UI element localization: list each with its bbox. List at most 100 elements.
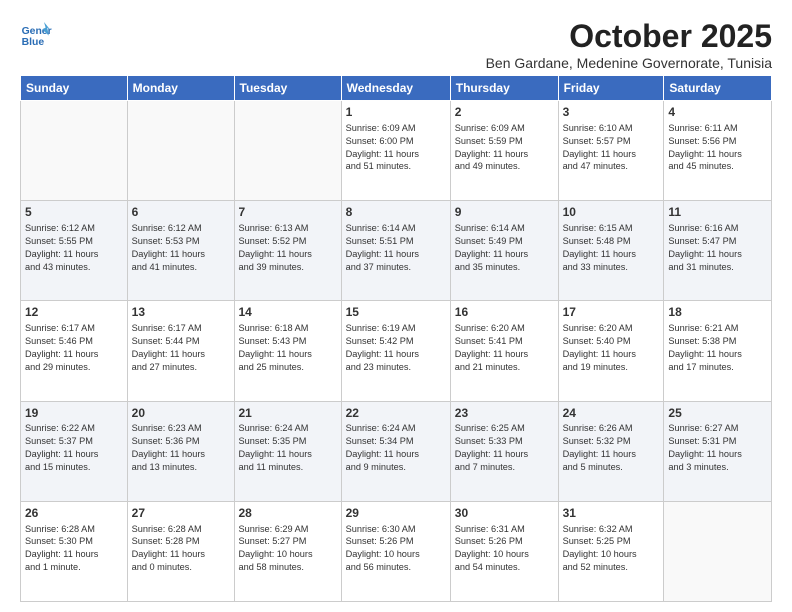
day-number: 24 [563, 405, 660, 422]
calendar-day-26: 26Sunrise: 6:28 AM Sunset: 5:30 PM Dayli… [21, 501, 128, 601]
calendar-day-28: 28Sunrise: 6:29 AM Sunset: 5:27 PM Dayli… [234, 501, 341, 601]
calendar-day-16: 16Sunrise: 6:20 AM Sunset: 5:41 PM Dayli… [450, 301, 558, 401]
calendar-week-row: 5Sunrise: 6:12 AM Sunset: 5:55 PM Daylig… [21, 201, 772, 301]
day-info: Sunrise: 6:09 AM Sunset: 5:59 PM Dayligh… [455, 122, 554, 174]
day-number: 21 [239, 405, 337, 422]
calendar-week-row: 26Sunrise: 6:28 AM Sunset: 5:30 PM Dayli… [21, 501, 772, 601]
calendar-day-14: 14Sunrise: 6:18 AM Sunset: 5:43 PM Dayli… [234, 301, 341, 401]
title-block: October 2025 Ben Gardane, Medenine Gover… [486, 18, 772, 71]
day-number: 5 [25, 204, 123, 221]
day-info: Sunrise: 6:09 AM Sunset: 6:00 PM Dayligh… [346, 122, 446, 174]
calendar-day-24: 24Sunrise: 6:26 AM Sunset: 5:32 PM Dayli… [558, 401, 664, 501]
day-number: 16 [455, 304, 554, 321]
day-info: Sunrise: 6:31 AM Sunset: 5:26 PM Dayligh… [455, 523, 554, 575]
day-info: Sunrise: 6:27 AM Sunset: 5:31 PM Dayligh… [668, 422, 767, 474]
calendar-day-18: 18Sunrise: 6:21 AM Sunset: 5:38 PM Dayli… [664, 301, 772, 401]
column-header-friday: Friday [558, 76, 664, 101]
day-number: 19 [25, 405, 123, 422]
day-number: 14 [239, 304, 337, 321]
calendar-day-10: 10Sunrise: 6:15 AM Sunset: 5:48 PM Dayli… [558, 201, 664, 301]
day-info: Sunrise: 6:20 AM Sunset: 5:41 PM Dayligh… [455, 322, 554, 374]
calendar-day-9: 9Sunrise: 6:14 AM Sunset: 5:49 PM Daylig… [450, 201, 558, 301]
calendar-day-29: 29Sunrise: 6:30 AM Sunset: 5:26 PM Dayli… [341, 501, 450, 601]
day-info: Sunrise: 6:30 AM Sunset: 5:26 PM Dayligh… [346, 523, 446, 575]
calendar-day-23: 23Sunrise: 6:25 AM Sunset: 5:33 PM Dayli… [450, 401, 558, 501]
calendar-day-3: 3Sunrise: 6:10 AM Sunset: 5:57 PM Daylig… [558, 101, 664, 201]
day-info: Sunrise: 6:12 AM Sunset: 5:53 PM Dayligh… [132, 222, 230, 274]
calendar-day-22: 22Sunrise: 6:24 AM Sunset: 5:34 PM Dayli… [341, 401, 450, 501]
calendar-day-4: 4Sunrise: 6:11 AM Sunset: 5:56 PM Daylig… [664, 101, 772, 201]
day-info: Sunrise: 6:28 AM Sunset: 5:28 PM Dayligh… [132, 523, 230, 575]
day-number: 3 [563, 104, 660, 121]
calendar-day-8: 8Sunrise: 6:14 AM Sunset: 5:51 PM Daylig… [341, 201, 450, 301]
calendar-header-row: SundayMondayTuesdayWednesdayThursdayFrid… [21, 76, 772, 101]
day-info: Sunrise: 6:17 AM Sunset: 5:46 PM Dayligh… [25, 322, 123, 374]
calendar-week-row: 19Sunrise: 6:22 AM Sunset: 5:37 PM Dayli… [21, 401, 772, 501]
day-number: 15 [346, 304, 446, 321]
calendar-day-30: 30Sunrise: 6:31 AM Sunset: 5:26 PM Dayli… [450, 501, 558, 601]
calendar-day-27: 27Sunrise: 6:28 AM Sunset: 5:28 PM Dayli… [127, 501, 234, 601]
day-number: 22 [346, 405, 446, 422]
day-info: Sunrise: 6:29 AM Sunset: 5:27 PM Dayligh… [239, 523, 337, 575]
calendar-day-2: 2Sunrise: 6:09 AM Sunset: 5:59 PM Daylig… [450, 101, 558, 201]
calendar-day-17: 17Sunrise: 6:20 AM Sunset: 5:40 PM Dayli… [558, 301, 664, 401]
column-header-tuesday: Tuesday [234, 76, 341, 101]
day-info: Sunrise: 6:24 AM Sunset: 5:35 PM Dayligh… [239, 422, 337, 474]
page: General Blue General Blue October 2025 B… [0, 0, 792, 612]
day-info: Sunrise: 6:12 AM Sunset: 5:55 PM Dayligh… [25, 222, 123, 274]
day-info: Sunrise: 6:16 AM Sunset: 5:47 PM Dayligh… [668, 222, 767, 274]
subtitle: Ben Gardane, Medenine Governorate, Tunis… [486, 55, 772, 71]
day-info: Sunrise: 6:10 AM Sunset: 5:57 PM Dayligh… [563, 122, 660, 174]
calendar-week-row: 1Sunrise: 6:09 AM Sunset: 6:00 PM Daylig… [21, 101, 772, 201]
column-header-thursday: Thursday [450, 76, 558, 101]
day-number: 10 [563, 204, 660, 221]
calendar-empty-cell [21, 101, 128, 201]
day-number: 4 [668, 104, 767, 121]
calendar-day-6: 6Sunrise: 6:12 AM Sunset: 5:53 PM Daylig… [127, 201, 234, 301]
day-number: 12 [25, 304, 123, 321]
day-info: Sunrise: 6:24 AM Sunset: 5:34 PM Dayligh… [346, 422, 446, 474]
day-number: 6 [132, 204, 230, 221]
calendar-day-31: 31Sunrise: 6:32 AM Sunset: 5:25 PM Dayli… [558, 501, 664, 601]
day-info: Sunrise: 6:22 AM Sunset: 5:37 PM Dayligh… [25, 422, 123, 474]
calendar-day-20: 20Sunrise: 6:23 AM Sunset: 5:36 PM Dayli… [127, 401, 234, 501]
day-number: 1 [346, 104, 446, 121]
day-number: 18 [668, 304, 767, 321]
day-info: Sunrise: 6:28 AM Sunset: 5:30 PM Dayligh… [25, 523, 123, 575]
day-number: 26 [25, 505, 123, 522]
day-info: Sunrise: 6:26 AM Sunset: 5:32 PM Dayligh… [563, 422, 660, 474]
day-info: Sunrise: 6:19 AM Sunset: 5:42 PM Dayligh… [346, 322, 446, 374]
day-info: Sunrise: 6:23 AM Sunset: 5:36 PM Dayligh… [132, 422, 230, 474]
day-info: Sunrise: 6:20 AM Sunset: 5:40 PM Dayligh… [563, 322, 660, 374]
day-info: Sunrise: 6:14 AM Sunset: 5:49 PM Dayligh… [455, 222, 554, 274]
day-info: Sunrise: 6:25 AM Sunset: 5:33 PM Dayligh… [455, 422, 554, 474]
main-title: October 2025 [486, 18, 772, 55]
calendar-day-21: 21Sunrise: 6:24 AM Sunset: 5:35 PM Dayli… [234, 401, 341, 501]
day-number: 13 [132, 304, 230, 321]
logo: General Blue General Blue [20, 18, 52, 50]
day-number: 29 [346, 505, 446, 522]
calendar-empty-cell [127, 101, 234, 201]
calendar-empty-cell [664, 501, 772, 601]
day-info: Sunrise: 6:21 AM Sunset: 5:38 PM Dayligh… [668, 322, 767, 374]
column-header-monday: Monday [127, 76, 234, 101]
calendar-empty-cell [234, 101, 341, 201]
calendar-day-13: 13Sunrise: 6:17 AM Sunset: 5:44 PM Dayli… [127, 301, 234, 401]
calendar-table: SundayMondayTuesdayWednesdayThursdayFrid… [20, 75, 772, 602]
svg-text:Blue: Blue [22, 37, 45, 48]
column-header-sunday: Sunday [21, 76, 128, 101]
day-info: Sunrise: 6:17 AM Sunset: 5:44 PM Dayligh… [132, 322, 230, 374]
day-number: 28 [239, 505, 337, 522]
day-number: 20 [132, 405, 230, 422]
day-number: 23 [455, 405, 554, 422]
day-number: 9 [455, 204, 554, 221]
calendar-day-5: 5Sunrise: 6:12 AM Sunset: 5:55 PM Daylig… [21, 201, 128, 301]
day-info: Sunrise: 6:11 AM Sunset: 5:56 PM Dayligh… [668, 122, 767, 174]
day-number: 25 [668, 405, 767, 422]
day-number: 8 [346, 204, 446, 221]
day-info: Sunrise: 6:13 AM Sunset: 5:52 PM Dayligh… [239, 222, 337, 274]
day-number: 11 [668, 204, 767, 221]
calendar-week-row: 12Sunrise: 6:17 AM Sunset: 5:46 PM Dayli… [21, 301, 772, 401]
calendar-day-1: 1Sunrise: 6:09 AM Sunset: 6:00 PM Daylig… [341, 101, 450, 201]
day-info: Sunrise: 6:32 AM Sunset: 5:25 PM Dayligh… [563, 523, 660, 575]
